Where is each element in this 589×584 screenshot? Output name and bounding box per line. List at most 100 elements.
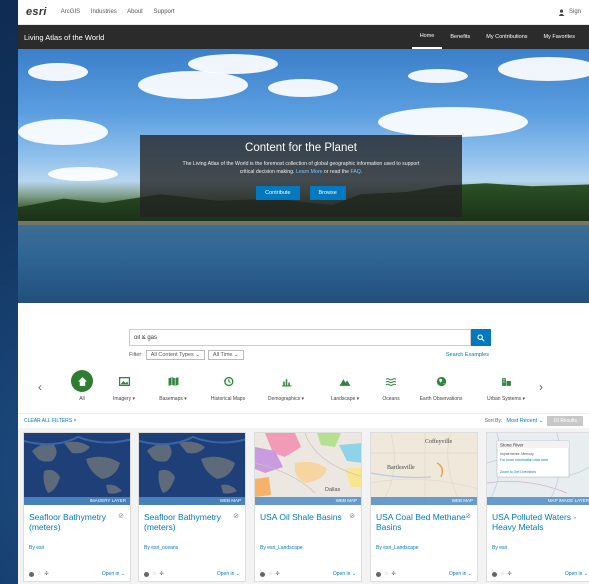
chevron-down-icon: ⌄ xyxy=(195,352,200,358)
hero-title: Content for the Planet xyxy=(245,142,357,154)
card-title[interactable]: Seafloor Bathymetry (meters) ⊘ xyxy=(24,505,130,537)
sort-select[interactable]: Most Recent ⌄ xyxy=(506,418,543,424)
open-in-menu[interactable]: Open in ⌄ xyxy=(449,571,472,577)
card-owner[interactable]: By esri xyxy=(24,537,130,551)
search-examples-link[interactable]: Search Examples xyxy=(446,352,489,358)
clear-all-filters-link[interactable]: CLEAR ALL FILTERS × xyxy=(24,418,76,424)
nav-arcgis[interactable]: ArcGIS xyxy=(61,9,80,15)
card-title[interactable]: Seafloor Bathymetry (meters) ⊘ xyxy=(139,505,245,537)
star-icon[interactable]: ☆ xyxy=(268,571,272,577)
bathymetry-thumbnail-icon xyxy=(139,433,245,505)
card-owner[interactable]: By esri_oceans xyxy=(139,537,245,551)
card-thumbnail[interactable]: Dallas WEB MAP xyxy=(255,433,361,505)
chevron-down-icon: ⌄ xyxy=(120,571,125,577)
category-basemaps[interactable]: Basemaps ▾ xyxy=(145,370,201,402)
nav-benefits[interactable]: Benefits xyxy=(442,25,478,49)
esri-topbar: esri ArcGIS Industries About Support Sig… xyxy=(18,0,589,25)
add-icon[interactable]: ✣ xyxy=(275,571,279,577)
nav-about[interactable]: About xyxy=(127,9,143,15)
imagery-icon xyxy=(113,370,135,392)
carousel-prev-icon[interactable]: ‹ xyxy=(38,380,42,394)
open-in-menu[interactable]: Open in ⌄ xyxy=(333,571,356,577)
open-in-label: Open in xyxy=(216,571,235,577)
nav-my-favorites[interactable]: My Favorites xyxy=(536,25,583,49)
add-icon[interactable]: ✣ xyxy=(391,571,395,577)
item-type-label: WEB MAP xyxy=(255,497,361,505)
star-icon[interactable]: ☆ xyxy=(500,571,504,577)
add-icon[interactable]: ✣ xyxy=(159,571,163,577)
card-thumbnail[interactable]: IMAGERY LAYER xyxy=(24,433,130,505)
card-thumbnail[interactable]: WEB MAP xyxy=(139,433,245,505)
category-historical-maps[interactable]: Historical Maps xyxy=(200,370,256,402)
cloud xyxy=(48,167,118,181)
category-urban-systems[interactable]: Urban Systems ▾ xyxy=(478,370,534,402)
category-label: Imagery ▾ xyxy=(113,396,135,402)
waves-icon xyxy=(380,370,402,392)
results-toolbar: CLEAR ALL FILTERS × Sort By: Most Recent… xyxy=(18,413,589,428)
chevron-down-icon: ⌄ xyxy=(583,571,588,577)
star-icon[interactable]: ☆ xyxy=(384,571,388,577)
category-earth-observations[interactable]: Earth Observations xyxy=(413,370,469,402)
add-icon[interactable]: ✣ xyxy=(507,571,511,577)
result-card[interactable]: Dallas WEB MAP USA Oil Shale Basins ⊘ By … xyxy=(254,432,362,582)
info-icon[interactable] xyxy=(376,571,381,577)
category-oceans[interactable]: Oceans xyxy=(363,370,419,402)
card-thumbnail[interactable]: Stone River Impairments: Mercury For mor… xyxy=(487,433,589,505)
star-icon[interactable]: ☆ xyxy=(152,571,156,577)
card-owner[interactable]: By esri_Landscape xyxy=(371,537,477,551)
carousel-next-icon[interactable]: › xyxy=(539,380,543,394)
search-section: Filter: All Content Types ⌄ All Time ⌄ S… xyxy=(18,303,589,365)
mountain-icon xyxy=(334,370,356,392)
card-title[interactable]: USA Coal Bed Methane Basins ⊘ xyxy=(371,505,477,537)
category-carousel: ‹ All Imagery ▾ Basemaps ▾ Historical Ma… xyxy=(18,365,589,413)
hero-description: The Living Atlas of the World is the for… xyxy=(140,160,462,176)
search-button[interactable] xyxy=(471,329,491,346)
faq-link[interactable]: FAQ xyxy=(350,169,360,175)
info-icon[interactable] xyxy=(492,571,497,577)
info-icon[interactable] xyxy=(29,571,34,577)
layer-type-icon: ⊘ xyxy=(233,513,239,520)
hero-desc-text: critical decision making. xyxy=(239,169,296,175)
result-card[interactable]: WEB MAP Seafloor Bathymetry (meters) ⊘ By… xyxy=(138,432,246,582)
site-title[interactable]: Living Atlas of the World xyxy=(24,33,104,42)
result-card[interactable]: Stone River Impairments: Mercury For mor… xyxy=(486,432,589,582)
info-icon[interactable] xyxy=(260,571,265,577)
map-icon xyxy=(162,370,184,392)
results-grid: IMAGERY LAYER Seafloor Bathymetry (meter… xyxy=(18,428,589,584)
category-imagery[interactable]: Imagery ▾ xyxy=(96,370,152,402)
contribute-button[interactable]: Contribute xyxy=(256,186,300,200)
add-icon[interactable]: ✣ xyxy=(44,571,48,577)
content-type-select[interactable]: All Content Types ⌄ xyxy=(145,350,205,360)
open-in-menu[interactable]: Open in ⌄ xyxy=(217,571,240,577)
card-title[interactable]: USA Oil Shale Basins ⊘ xyxy=(255,505,361,537)
category-label: Oceans xyxy=(382,396,400,402)
nav-industries[interactable]: Industries xyxy=(91,9,117,15)
card-owner[interactable]: By esri_Landscape xyxy=(255,537,361,551)
time-select[interactable]: All Time ⌄ xyxy=(207,350,244,360)
card-owner[interactable]: By esri xyxy=(487,537,589,551)
result-card[interactable]: Coffeyville Bartlesville WEB MAP USA Coa… xyxy=(370,432,478,582)
nav-home[interactable]: Home xyxy=(411,25,443,49)
category-demographics[interactable]: Demographics ▾ xyxy=(258,370,314,402)
content-type-value: All Content Types xyxy=(150,352,194,358)
browse-button[interactable]: Browse xyxy=(309,186,346,200)
esri-logo[interactable]: esri xyxy=(26,6,47,18)
info-icon[interactable] xyxy=(144,571,149,577)
card-title[interactable]: USA Polluted Waters - Heavy Metals xyxy=(487,505,589,537)
search-input[interactable] xyxy=(129,329,471,346)
cloud xyxy=(138,71,248,99)
nav-my-contributions[interactable]: My Contributions xyxy=(478,25,535,49)
sign-in-button[interactable]: Sign xyxy=(558,8,581,16)
card-thumbnail[interactable]: Coffeyville Bartlesville WEB MAP xyxy=(371,433,477,505)
nav-support[interactable]: Support xyxy=(154,9,175,15)
search-row xyxy=(129,329,491,346)
star-icon[interactable]: ☆ xyxy=(37,571,41,577)
learn-more-link[interactable]: Learn More xyxy=(296,169,323,175)
card-footer: ☆ ✣ Open in ⌄ xyxy=(487,571,589,577)
result-card[interactable]: IMAGERY LAYER Seafloor Bathymetry (meter… xyxy=(23,432,131,582)
hero-desc-text: The Living Atlas of the World is the for… xyxy=(182,161,420,167)
map-place-label: Coffeyville xyxy=(425,438,453,445)
open-in-menu[interactable]: Open in ⌄ xyxy=(565,571,588,577)
open-in-label: Open in xyxy=(332,571,351,577)
open-in-menu[interactable]: Open in ⌄ xyxy=(102,571,125,577)
